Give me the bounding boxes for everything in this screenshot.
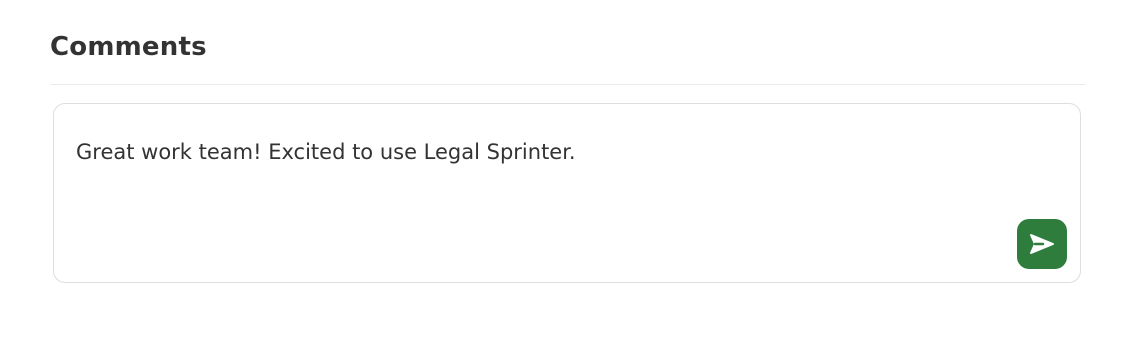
send-icon (1029, 233, 1055, 255)
title-divider (50, 84, 1086, 85)
comments-title: Comments (50, 32, 207, 62)
send-button[interactable] (1017, 219, 1067, 269)
comment-input[interactable]: Great work team! Excited to use Legal Sp… (76, 137, 976, 167)
comment-composer[interactable]: Great work team! Excited to use Legal Sp… (53, 103, 1081, 283)
